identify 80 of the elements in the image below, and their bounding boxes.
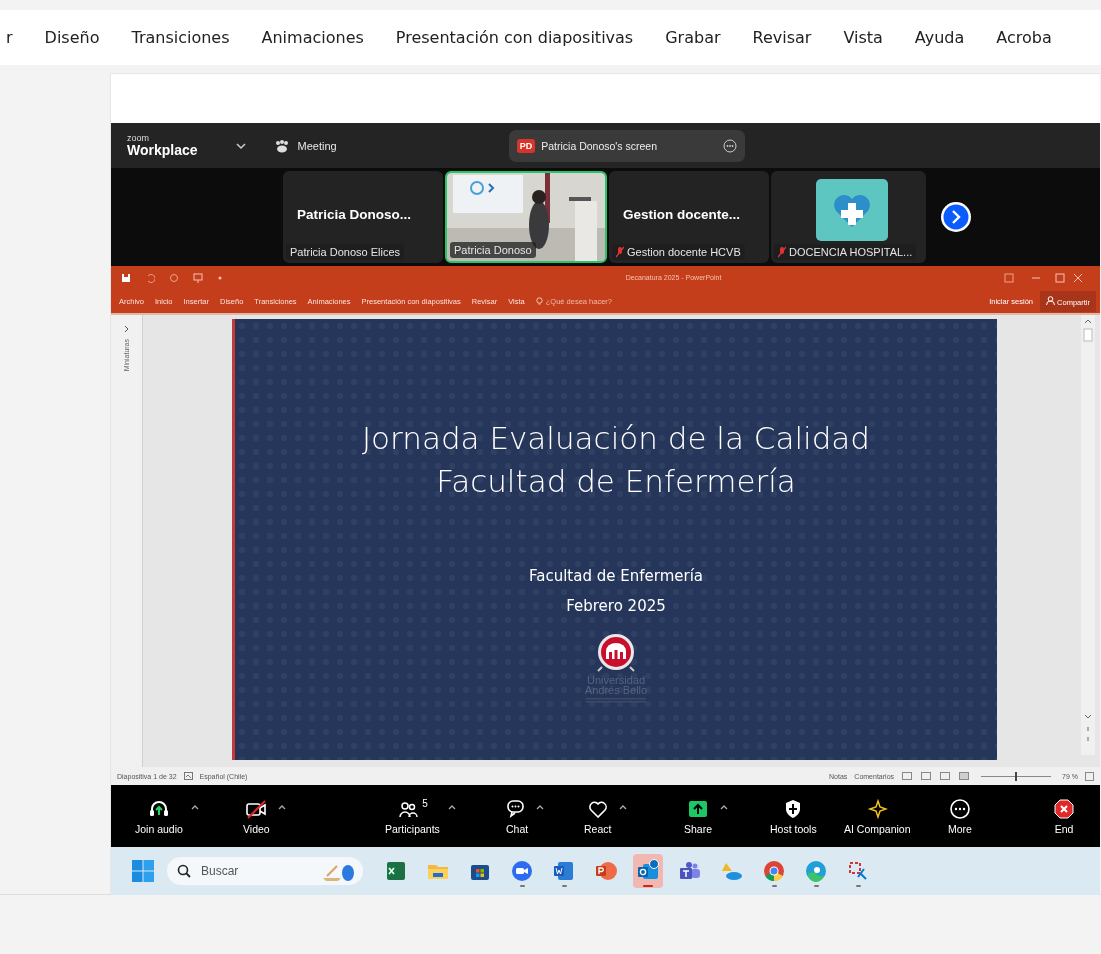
search-bar[interactable]: Buscar <box>167 857 363 885</box>
normal-view-icon[interactable] <box>901 771 914 781</box>
participant-caption: Gestion docente HCVB <box>627 246 741 258</box>
toolbar-button[interactable]: 5 Participants <box>385 797 440 835</box>
undo-icon[interactable] <box>145 272 155 283</box>
toolbar-button[interactable]: End <box>1053 797 1075 835</box>
participant-tile[interactable]: Patricia Donoso <box>445 171 607 263</box>
participant-count: 5 <box>422 797 428 809</box>
search-icon <box>177 864 191 878</box>
app-icon <box>552 859 576 883</box>
taskbar-app[interactable] <box>633 854 663 888</box>
meeting-menu[interactable]: Meeting <box>273 138 337 153</box>
slide-subtitle: Febrero 2025 <box>565 596 667 617</box>
app-icon <box>384 859 408 883</box>
menu-tab[interactable]: Revisar <box>752 28 812 47</box>
caret-icon[interactable] <box>190 803 199 810</box>
slide-title: Jornada Evaluación de la Calidad <box>361 419 871 458</box>
toolbar-button[interactable]: Host tools <box>770 797 817 835</box>
fit-icon[interactable] <box>1085 771 1094 781</box>
window-controls-icon[interactable] <box>1004 272 1084 283</box>
presentation-icon[interactable] <box>193 272 203 283</box>
share-label: Patricia Donoso's screen <box>541 139 658 152</box>
caret-icon[interactable] <box>447 803 456 810</box>
scroll-bar[interactable] <box>1081 315 1095 755</box>
caret-icon[interactable] <box>536 803 545 810</box>
paw-icon <box>273 138 290 153</box>
toolbar-button[interactable]: Share <box>684 797 713 835</box>
app-icon <box>762 859 786 883</box>
save-icon[interactable] <box>121 272 131 283</box>
app-icon <box>510 859 534 883</box>
initials-avatar: PD <box>516 138 536 153</box>
menu-tab[interactable]: Animaciones <box>261 28 364 47</box>
sparkle-icon <box>866 797 889 820</box>
toolbar-button[interactable]: Chat <box>506 797 529 835</box>
menu-tab[interactable]: Vista <box>843 28 883 47</box>
lightbulb-icon <box>535 296 543 306</box>
participant-name: Patricia Donoso... <box>297 207 412 222</box>
menu-tab[interactable]: Presentación con diapositivas <box>395 28 634 47</box>
next-arrow-icon[interactable] <box>940 201 972 233</box>
screen-share-pill[interactable]: PD Patricia Donoso's screen <box>508 129 745 162</box>
menu-tab[interactable]: Grabar <box>665 28 721 47</box>
app-icon <box>804 859 828 883</box>
participant-tile[interactable]: Patricia Donoso... Patricia Donoso Elices <box>283 171 443 263</box>
start-icon[interactable] <box>131 859 155 883</box>
slide-title: Facultad de Enfermería <box>435 462 797 501</box>
caret-icon[interactable] <box>619 803 628 810</box>
app-icon <box>594 859 618 883</box>
sorter-view-icon[interactable] <box>920 771 933 781</box>
toolbar-button[interactable]: Video <box>243 797 270 835</box>
menu-tab[interactable]: Ayuda <box>914 28 965 47</box>
end-icon <box>1053 797 1075 820</box>
toolbar-button[interactable]: AI Companion <box>844 797 911 835</box>
caret-icon[interactable] <box>277 803 286 810</box>
person-icon <box>1046 295 1055 305</box>
participant-tile[interactable]: Gestion docente... Gestion docente HCVB <box>609 171 769 263</box>
menu-tab[interactable]: Acroba <box>996 28 1052 47</box>
search-field[interactable]: Buscar <box>199 863 313 879</box>
chevron-down-icon[interactable] <box>235 141 246 150</box>
avatar-image <box>816 179 888 241</box>
brand-name: Workplace <box>127 143 198 157</box>
toolbar-button[interactable]: React <box>584 797 612 835</box>
caret-icon[interactable] <box>720 803 729 810</box>
participant-caption: Patricia Donoso Elices <box>290 246 401 258</box>
slide-subtitle: Facultad de Enfermería <box>529 566 703 587</box>
more-icon <box>948 797 971 820</box>
brand-label: zoom <box>127 134 150 143</box>
toolbar-button[interactable]: More <box>948 797 972 835</box>
participant-caption: DOCENCIA HOSPITAL... <box>789 246 913 258</box>
participant-tile[interactable]: DOCENCIA HOSPITAL... <box>771 171 926 263</box>
slideshow-icon[interactable] <box>958 771 971 781</box>
expand-icon[interactable] <box>123 325 130 333</box>
menu-tab[interactable]: r <box>6 28 13 47</box>
more-icon[interactable] <box>722 138 737 153</box>
menu-tab[interactable]: Transiciones <box>131 28 230 47</box>
menu-tab[interactable]: Diseño <box>44 28 100 47</box>
toolbar-button[interactable]: Join audio <box>135 797 183 835</box>
participant-name: Gestion docente... <box>623 207 741 222</box>
slider-thumb[interactable] <box>1015 771 1018 781</box>
reading-view-icon[interactable] <box>939 771 952 781</box>
participant-caption: Patricia Donoso <box>454 244 532 256</box>
